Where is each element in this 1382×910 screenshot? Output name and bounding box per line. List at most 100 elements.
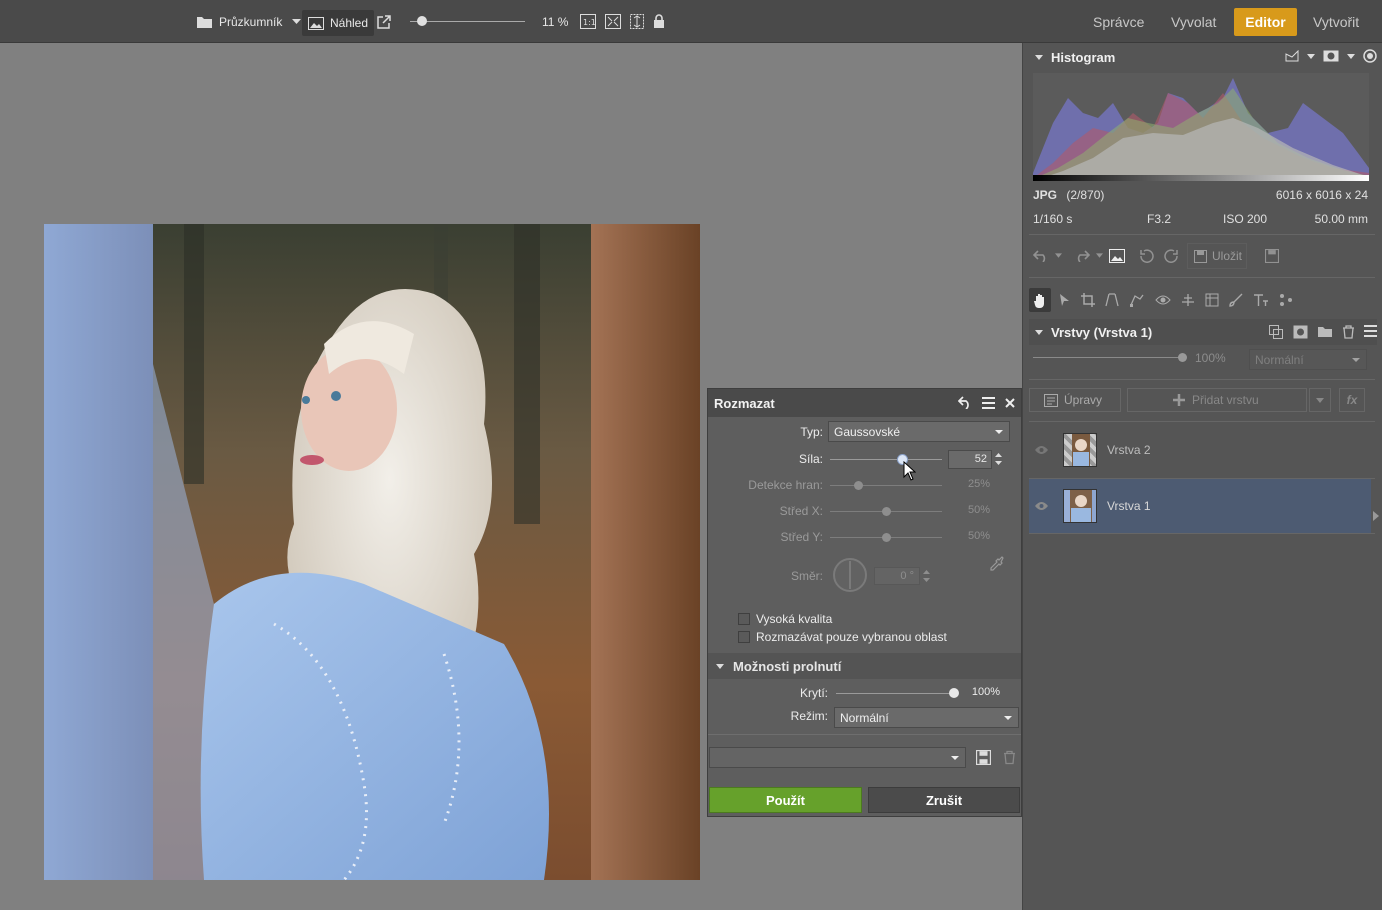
delete-layer-icon[interactable] <box>1342 325 1355 339</box>
photo-preview[interactable] <box>44 224 700 880</box>
zoom-slider-knob[interactable] <box>416 16 427 26</box>
effects-tool-icon[interactable] <box>1279 293 1293 307</box>
type-label: Typ: <box>800 425 823 439</box>
direction-input[interactable]: 0 ° <box>874 567 920 585</box>
save-icon <box>1194 249 1207 263</box>
zoom-slider[interactable] <box>410 0 525 43</box>
rotate-left-icon[interactable] <box>1139 248 1155 263</box>
mode-vyvolat[interactable]: Vyvolat <box>1161 8 1226 36</box>
strength-input[interactable]: 52 <box>948 450 992 469</box>
browser-button[interactable]: Průzkumník <box>196 0 302 43</box>
blur-type-select[interactable]: Gaussovské <box>828 421 1010 442</box>
fit-screen-icon[interactable] <box>605 14 621 29</box>
menu-icon[interactable] <box>1364 325 1377 337</box>
opacity-slider[interactable] <box>836 688 959 698</box>
layer-blend-select[interactable]: Normální <box>1249 349 1367 370</box>
preset-select[interactable] <box>709 747 966 768</box>
opacity-knob[interactable] <box>949 688 959 698</box>
add-layer-button[interactable]: Přidat vrstvu <box>1127 388 1307 412</box>
perspective-icon[interactable] <box>1105 293 1119 307</box>
chevron-down-icon[interactable] <box>1307 53 1315 59</box>
mode-vytvorit[interactable]: Vytvořit <box>1303 8 1369 36</box>
collapse-triangle-icon[interactable] <box>1035 54 1043 60</box>
exposure-warning-icon[interactable] <box>1363 49 1377 63</box>
add-layer-dropdown[interactable] <box>1309 388 1331 412</box>
actual-size-icon[interactable]: 1:1 <box>580 14 596 29</box>
cancel-button[interactable]: Zrušit <box>868 787 1020 813</box>
menu-icon[interactable] <box>982 396 995 409</box>
stepper-arrows-icon[interactable] <box>923 568 930 584</box>
external-open-button[interactable] <box>377 0 391 43</box>
rotate-right-icon[interactable] <box>1163 248 1179 263</box>
crop-icon[interactable] <box>1081 293 1095 307</box>
mode-editor[interactable]: Editor <box>1234 8 1297 36</box>
layers-header[interactable]: Vrstvy (Vrstva 1) <box>1029 319 1377 345</box>
histogram-picker-icon[interactable] <box>1285 50 1299 62</box>
layer-mask-icon[interactable] <box>1293 325 1308 339</box>
reset-icon[interactable] <box>958 396 972 409</box>
checkbox-box[interactable] <box>738 613 750 625</box>
blend-mode-select[interactable]: Normální <box>834 707 1019 728</box>
collapse-triangle-icon[interactable] <box>716 663 724 669</box>
mask-view-icon[interactable] <box>1323 50 1339 62</box>
dialog-title: Rozmazat <box>714 395 775 411</box>
high-quality-checkbox[interactable]: Vysoká kvalita <box>738 612 832 626</box>
chevron-down-icon <box>1316 397 1324 403</box>
fit-height-icon[interactable] <box>630 14 644 29</box>
levels-icon[interactable] <box>1181 293 1195 307</box>
layer-opacity-knob[interactable] <box>1178 353 1187 362</box>
redo-icon[interactable] <box>1074 248 1090 262</box>
selection-only-checkbox[interactable]: Rozmazávat pouze vybranou oblast <box>738 630 947 644</box>
fx-button[interactable]: fx <box>1339 388 1365 412</box>
center-x-slider[interactable] <box>830 507 942 516</box>
adjustments-button[interactable]: Úpravy <box>1029 388 1121 412</box>
undo-icon[interactable] <box>1033 248 1049 262</box>
clone-stamp-icon[interactable] <box>1205 293 1219 307</box>
eyedropper-icon[interactable] <box>989 556 1005 572</box>
strength-slider[interactable] <box>830 454 942 465</box>
center-y-knob[interactable] <box>881 533 891 542</box>
close-icon[interactable] <box>1005 397 1015 408</box>
edge-detect-knob[interactable] <box>853 481 863 490</box>
exif-focal: 50.00 mm <box>1314 212 1368 226</box>
red-eye-icon[interactable] <box>1155 294 1171 306</box>
mode-spravce[interactable]: Správce <box>1083 8 1154 36</box>
apply-button[interactable]: Použít <box>709 787 862 813</box>
stepper-arrows-icon[interactable] <box>995 451 1002 467</box>
direction-dial[interactable] <box>832 557 868 593</box>
delete-preset-icon[interactable] <box>1003 750 1016 765</box>
checkbox-box[interactable] <box>738 631 750 643</box>
center-y-slider[interactable] <box>830 533 942 542</box>
chevron-down-icon[interactable] <box>292 18 302 25</box>
save-as-icon[interactable] <box>1265 249 1279 263</box>
select-arrow-icon[interactable] <box>1059 293 1071 307</box>
layer-group-icon[interactable] <box>1317 325 1333 338</box>
straighten-icon[interactable] <box>1129 293 1145 307</box>
original-image-icon[interactable] <box>1109 249 1125 263</box>
dialog-header[interactable]: Rozmazat <box>708 389 1021 417</box>
visibility-eye-icon[interactable] <box>1034 445 1049 455</box>
blend-options-header[interactable]: Možnosti prolnutí <box>708 653 1021 679</box>
text-tool-icon[interactable] <box>1253 293 1269 307</box>
preview-button[interactable]: Náhled <box>302 10 375 36</box>
mouse-cursor-icon <box>903 461 916 481</box>
top-toolbar: Průzkumník Náhled 11 % 1:1 Správce Vyvol… <box>0 0 1382 43</box>
collapse-triangle-icon[interactable] <box>1035 329 1043 335</box>
lock-icon[interactable] <box>653 14 665 29</box>
histogram-header[interactable]: Histogram <box>1029 44 1377 70</box>
chevron-down-icon[interactable] <box>1347 53 1355 59</box>
brush-icon[interactable] <box>1229 293 1243 307</box>
save-button[interactable]: Uložit <box>1187 243 1247 269</box>
layer-opacity-slider[interactable] <box>1033 353 1187 362</box>
visibility-eye-icon[interactable] <box>1034 501 1049 511</box>
duplicate-layer-icon[interactable] <box>1269 325 1284 339</box>
layer-item-selected[interactable]: Vrstva 1 <box>1029 479 1371 533</box>
layer-item[interactable]: Vrstva 2 <box>1029 423 1369 477</box>
hand-tool[interactable] <box>1029 288 1051 312</box>
panel-expand-arrow-icon[interactable] <box>1373 511 1379 521</box>
chevron-down-icon[interactable] <box>1096 252 1103 258</box>
center-x-knob[interactable] <box>881 507 891 516</box>
save-preset-icon[interactable] <box>976 750 991 765</box>
edge-detect-slider[interactable] <box>830 481 942 490</box>
chevron-down-icon[interactable] <box>1055 252 1062 258</box>
